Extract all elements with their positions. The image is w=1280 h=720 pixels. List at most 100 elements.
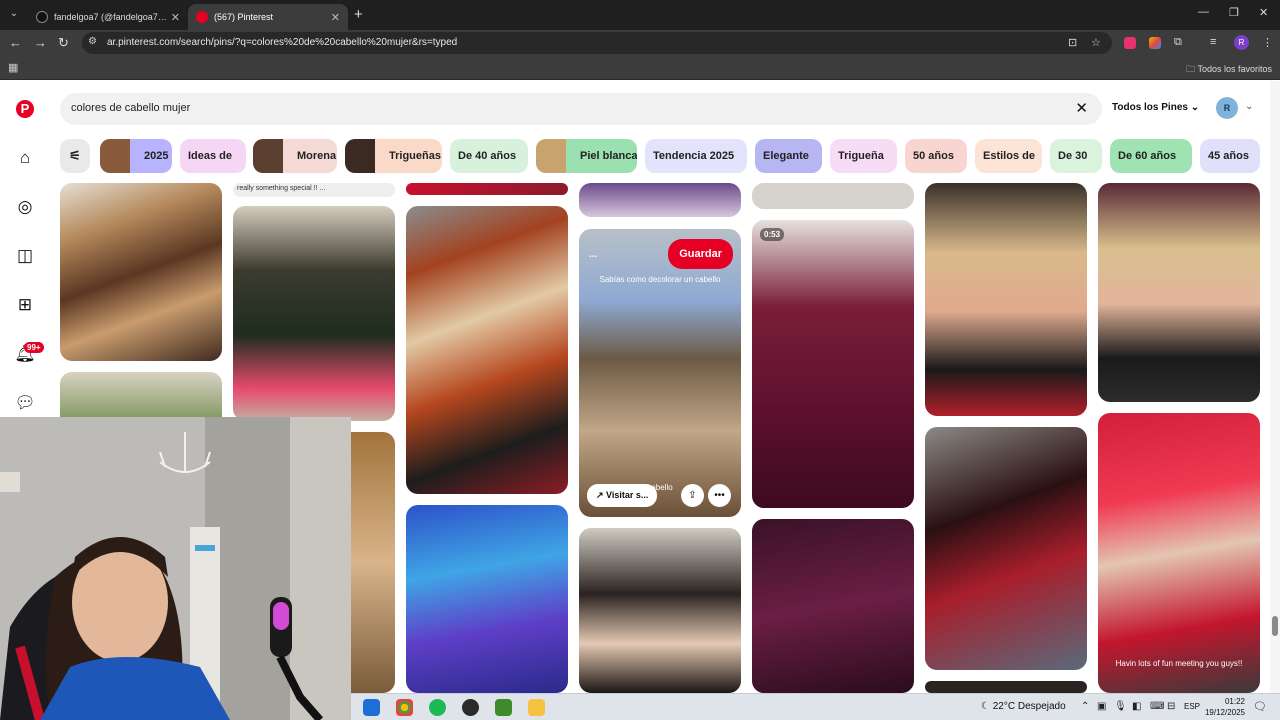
address-bar[interactable]: ⚙ ar.pinterest.com/search/pins/?q=colore… [82, 32, 1112, 54]
account-chevron-down-icon[interactable]: ⌄ [1245, 101, 1253, 112]
pinterest-logo-icon[interactable]: P [13, 97, 37, 121]
pin-dark-bangs[interactable] [579, 528, 741, 693]
restore-icon[interactable]: ❐ [1229, 6, 1239, 19]
share-icon[interactable]: ⇪ [681, 484, 704, 507]
chip-trigueña[interactable]: Trigueña [830, 139, 897, 173]
pin-blonde-money-piece[interactable] [925, 183, 1087, 416]
visit-site-button[interactable]: ↗ Visitar s... [587, 484, 658, 507]
save-button[interactable]: Guardar [668, 239, 733, 269]
pin-blue-braid[interactable] [406, 505, 568, 693]
chip-label: Trigueñas [389, 150, 441, 162]
chip-label: Tendencia 2025 [653, 150, 735, 162]
external-link-icon: ↗ [596, 490, 607, 500]
chip-trigueñas[interactable]: Trigueñas [345, 139, 442, 173]
pin-curly-highlights[interactable] [60, 183, 222, 361]
install-app-icon[interactable]: ⊡ [1068, 36, 1077, 49]
tray-app-icon-2[interactable]: ◧ [1132, 701, 1141, 712]
boards-icon[interactable]: ◫ [13, 244, 37, 268]
scroll-thumb[interactable] [1272, 616, 1278, 636]
pin-caption-strip[interactable]: really something special !! ... [233, 183, 395, 197]
extension-color-icon[interactable] [1149, 37, 1161, 49]
pin-grey-top[interactable] [752, 183, 914, 209]
back-arrow-icon[interactable]: ← [9, 35, 22, 50]
site-info-icon[interactable]: ⚙ [88, 36, 97, 47]
notification-center-icon[interactable]: 🗨︎ [1253, 700, 1267, 713]
pin-blonde-black-outfit[interactable] [1098, 183, 1260, 402]
clock[interactable]: 01:22 19/12/2025 [1197, 696, 1245, 718]
chip-de-30[interactable]: De 30 [1050, 139, 1102, 173]
page-scrollbar[interactable] [1270, 81, 1280, 693]
all-bookmarks-folder[interactable]: 🗀 Todos los favoritos [1186, 62, 1272, 78]
more-dots-icon[interactable]: ••• [708, 484, 731, 507]
tab-search-chevron-icon[interactable]: ⌄ [6, 6, 22, 22]
browser-menu-icon[interactable]: ⋮ [1262, 36, 1273, 49]
file-explorer-taskbar-icon[interactable] [528, 699, 545, 716]
chip-morena[interactable]: Morena [253, 139, 337, 173]
pin-plum-bob[interactable] [752, 519, 914, 693]
chip-tendencia-2025[interactable]: Tendencia 2025 [645, 139, 747, 173]
chip-de-60-años[interactable]: De 60 años [1110, 139, 1192, 173]
tab-tiktok[interactable]: fandelgoa7 (@fandelgoa7_) | TikTok ✕ [28, 4, 188, 30]
pin-purple-curls[interactable] [579, 183, 741, 217]
start-windows-icon[interactable] [363, 699, 380, 716]
explore-compass-icon[interactable]: ◎ [13, 195, 37, 219]
pin-bleach-video[interactable]: ... Guardar Sabías como decolorar un cab… [579, 229, 741, 517]
pin-long-green-hair[interactable] [233, 206, 395, 421]
tab-pinterest[interactable]: (567) Pinterest ✕ [188, 4, 348, 30]
tray-chevron-up-icon[interactable]: ⌃ [1081, 701, 1089, 712]
pin-red-streaks[interactable] [925, 427, 1087, 670]
extension-instagram-icon[interactable] [1124, 37, 1136, 49]
visit-label: Visitar s... [606, 490, 649, 500]
chip-50-años[interactable]: 50 años [905, 139, 967, 173]
minimize-icon[interactable]: — [1198, 6, 1209, 18]
search-filters-icon[interactable]: ⚟ [60, 139, 90, 173]
pin-bright-red-hair[interactable]: Havin lots of fun meeting you guys!! [1098, 413, 1260, 693]
moon-icon: ☾ [981, 701, 993, 712]
chip-estilos-de[interactable]: Estilos de [975, 139, 1042, 173]
minecraft-taskbar-icon[interactable] [495, 699, 512, 716]
apps-grid-icon[interactable]: ▦ [8, 61, 18, 74]
network-icon[interactable]: ⊟ [1167, 701, 1175, 712]
pin-filter-dropdown[interactable]: Todos los Pines ⌄ [1112, 102, 1199, 113]
chip-2025[interactable]: 2025 [100, 139, 172, 173]
user-avatar[interactable]: R [1216, 97, 1238, 119]
folder-icon: 🗀 [1186, 64, 1198, 74]
obs-taskbar-icon[interactable] [462, 699, 479, 716]
chip-ideas-de[interactable]: Ideas de [180, 139, 246, 173]
chip-elegante[interactable]: Elegante [755, 139, 822, 173]
close-icon[interactable]: ✕ [171, 11, 180, 24]
tray-app-icon[interactable]: ▣ [1097, 701, 1106, 712]
pin-more-options[interactable]: ... [589, 249, 597, 260]
create-plus-icon[interactable]: ⊞ [13, 293, 37, 317]
chrome-taskbar-icon[interactable] [396, 699, 413, 716]
keyboard-icon[interactable]: ⌨ [1150, 701, 1164, 712]
close-icon[interactable]: ✕ [331, 11, 340, 24]
forward-arrow-icon[interactable]: → [34, 35, 47, 50]
video-duration-badge: 0:53 [760, 228, 785, 241]
pin-red-top[interactable] [406, 183, 568, 195]
chip-label: 2025 [144, 150, 169, 162]
chip-piel-blanca[interactable]: Piel blanca [536, 139, 637, 173]
chip-label: Estilos de [983, 150, 1035, 162]
chip-de-40-años[interactable]: De 40 años [450, 139, 528, 173]
reload-icon[interactable]: ↻ [58, 35, 69, 51]
pin-copper-bob[interactable] [406, 206, 568, 494]
new-tab-plus-icon[interactable]: + [354, 6, 363, 23]
messages-icon[interactable]: 💬︎ [13, 391, 37, 415]
browser-tab-bar: ⌄ fandelgoa7 (@fandelgoa7_) | TikTok ✕ (… [0, 0, 1280, 30]
spotify-taskbar-icon[interactable] [429, 699, 446, 716]
bookmark-star-icon[interactable]: ☆ [1091, 36, 1101, 49]
home-icon[interactable]: ⌂ [13, 146, 37, 170]
reading-list-icon[interactable]: ≡ [1210, 36, 1216, 48]
microphone-icon[interactable]: 🎙︎ [1114, 701, 1127, 712]
pin-bottom-dark[interactable] [925, 681, 1087, 693]
clear-search-icon[interactable]: ✕ [1075, 99, 1088, 117]
chip-45-años[interactable]: 45 años [1200, 139, 1260, 173]
weather-widget[interactable]: ☾ 22°C Despejado [981, 701, 1066, 712]
window-close-icon[interactable]: ✕ [1259, 6, 1268, 19]
extensions-puzzle-icon[interactable]: ⧉ [1174, 36, 1182, 49]
search-bar[interactable]: colores de cabello mujer ✕ [60, 93, 1102, 125]
chip-label: 50 años [913, 150, 954, 162]
pin-burgundy-straight[interactable]: 0:53 [752, 220, 914, 508]
browser-profile-avatar[interactable]: R [1234, 35, 1249, 50]
